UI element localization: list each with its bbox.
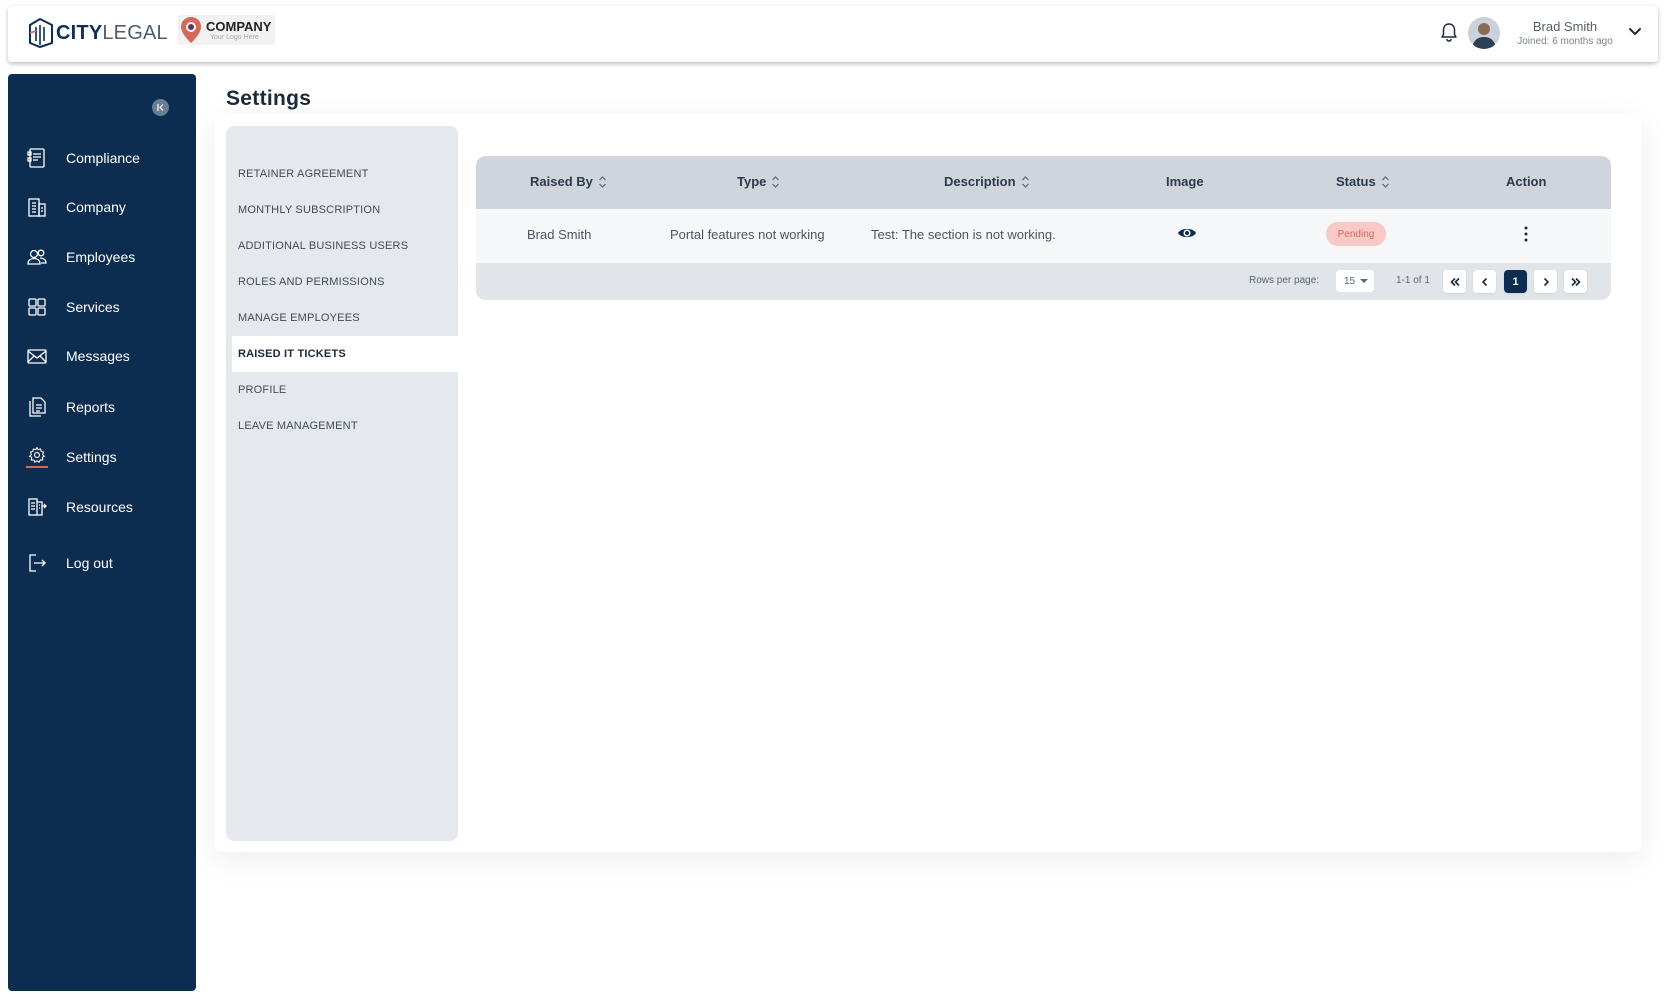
column-label: Status <box>1336 174 1376 189</box>
citylegal-logo[interactable]: CITYLEGAL <box>26 15 168 51</box>
sidebar-item-employees[interactable]: Employees <box>26 242 191 272</box>
sidebar-item-services[interactable]: Services <box>26 292 191 322</box>
column-label: Image <box>1166 174 1204 189</box>
sidebar-item-label: Messages <box>66 348 130 364</box>
gear-icon <box>26 446 48 468</box>
user-joined: Joined: 6 months ago <box>1517 36 1613 47</box>
last-page-button[interactable] <box>1564 270 1587 293</box>
more-actions-icon[interactable] <box>1520 225 1532 243</box>
column-label: Raised By <box>530 174 593 189</box>
page-title: Settings <box>226 87 312 110</box>
caret-down-icon <box>1360 279 1368 283</box>
company-logo[interactable]: COMPANY Your Logo Here <box>178 15 276 45</box>
avatar[interactable] <box>1468 17 1500 49</box>
sort-icon <box>598 175 606 188</box>
sidebar-item-logout[interactable]: Log out <box>26 548 191 578</box>
sidebar-item-label: Company <box>66 199 126 215</box>
company-name: COMPANY <box>206 18 272 34</box>
settings-nav-leave-management[interactable]: LEAVE MANAGEMENT <box>232 408 458 444</box>
column-status[interactable]: Status <box>1336 174 1390 189</box>
sort-icon <box>1381 175 1389 188</box>
brand-name-bold: CITY <box>56 21 103 44</box>
settings-nav-roles-and-permissions[interactable]: ROLES AND PERMISSIONS <box>232 264 458 300</box>
sidebar-item-label: Log out <box>66 555 113 571</box>
building-icon <box>28 198 46 217</box>
sidebar-item-label: Compliance <box>66 150 140 166</box>
column-image: Image <box>1166 174 1204 189</box>
settings-nav-monthly-subscription[interactable]: MONTHLY SUBSCRIPTION <box>232 192 458 228</box>
compliance-icon <box>27 148 45 168</box>
users-icon <box>27 249 47 265</box>
column-label: Type <box>737 174 767 189</box>
rows-per-page-value: 15 <box>1344 275 1356 287</box>
collapse-sidebar-button[interactable] <box>152 99 169 116</box>
table-header: Raised By Type Description Image Status … <box>476 156 1611 209</box>
table-row: Brad Smith Portal features not working T… <box>476 209 1611 263</box>
settings-nav-raised-it-tickets[interactable]: RAISED IT TICKETS <box>232 336 458 372</box>
documents-icon <box>29 397 46 417</box>
settings-nav-additional-business-users[interactable]: ADDITIONAL BUSINESS USERS <box>232 228 458 264</box>
sidebar-item-reports[interactable]: Reports <box>26 392 191 422</box>
cell-raised-by: Brad Smith <box>527 227 592 242</box>
brand-name-light: LEGAL <box>102 21 168 44</box>
column-label: Description <box>944 174 1016 189</box>
sidebar-item-label: Resources <box>66 499 133 515</box>
sidebar-item-company[interactable]: Company <box>26 192 191 222</box>
collapse-icon <box>157 104 164 111</box>
settings-nav-profile[interactable]: PROFILE <box>232 372 458 408</box>
sidebar-item-messages[interactable]: Messages <box>26 341 191 371</box>
page-range: 1-1 of 1 <box>1396 275 1430 286</box>
column-type[interactable]: Type <box>737 174 780 189</box>
cell-description: Test: The section is not working. <box>871 227 1056 242</box>
pagination: Rows per page: 15 1-1 of 1 1 <box>476 263 1611 300</box>
map-pin-icon <box>181 17 201 43</box>
bell-icon[interactable] <box>1438 21 1460 43</box>
sidebar-item-resources[interactable]: Resources <box>26 492 191 522</box>
cell-type: Portal features not working <box>670 227 825 242</box>
envelope-icon <box>27 349 47 364</box>
column-raised-by[interactable]: Raised By <box>530 174 607 189</box>
logout-icon <box>29 554 46 572</box>
prev-page-button[interactable] <box>1473 270 1496 293</box>
next-page-button[interactable] <box>1534 270 1557 293</box>
rows-per-page-select[interactable]: 15 <box>1336 270 1374 292</box>
company-tagline: Your Logo Here <box>210 33 259 41</box>
sidebar: Compliance Company Employees Services Me… <box>8 74 196 991</box>
double-chevron-left-icon <box>1449 277 1460 286</box>
rows-per-page-label: Rows per page: <box>1249 275 1320 286</box>
column-label: Action <box>1506 174 1547 189</box>
sidebar-item-label: Employees <box>66 249 136 265</box>
sidebar-item-compliance[interactable]: Compliance <box>26 143 191 173</box>
resources-icon <box>28 498 47 516</box>
citylegal-logo-icon <box>29 17 53 49</box>
chevron-right-icon <box>1543 277 1549 286</box>
eye-icon[interactable] <box>1177 225 1197 241</box>
sidebar-item-label: Services <box>66 299 120 315</box>
grid-icon <box>28 298 46 316</box>
sort-icon <box>772 175 780 188</box>
sort-icon <box>1021 175 1029 188</box>
brand-name: CITYLEGAL <box>56 22 168 45</box>
double-chevron-right-icon <box>1570 277 1581 286</box>
first-page-button[interactable] <box>1443 270 1466 293</box>
chevron-down-icon[interactable] <box>1626 23 1644 41</box>
settings-nav: RETAINER AGREEMENT MONTHLY SUBSCRIPTION … <box>226 126 458 841</box>
page-1-button[interactable]: 1 <box>1504 270 1527 293</box>
status-badge: Pending <box>1326 222 1386 246</box>
sidebar-item-label: Settings <box>66 449 117 465</box>
avatar-icon <box>1468 17 1500 49</box>
top-bar: CITYLEGAL COMPANY Your Logo Here Brad Sm… <box>8 6 1658 62</box>
chevron-left-icon <box>1481 277 1487 286</box>
user-name: Brad Smith <box>1532 19 1598 34</box>
column-description[interactable]: Description <box>944 174 1030 189</box>
sidebar-item-settings[interactable]: Settings <box>26 442 191 472</box>
column-action: Action <box>1506 174 1546 189</box>
sidebar-item-label: Reports <box>66 399 116 415</box>
settings-nav-manage-employees[interactable]: MANAGE EMPLOYEES <box>232 300 458 336</box>
settings-nav-retainer-agreement[interactable]: RETAINER AGREEMENT <box>232 156 458 192</box>
tickets-table: Raised By Type Description Image Status … <box>476 156 1611 300</box>
